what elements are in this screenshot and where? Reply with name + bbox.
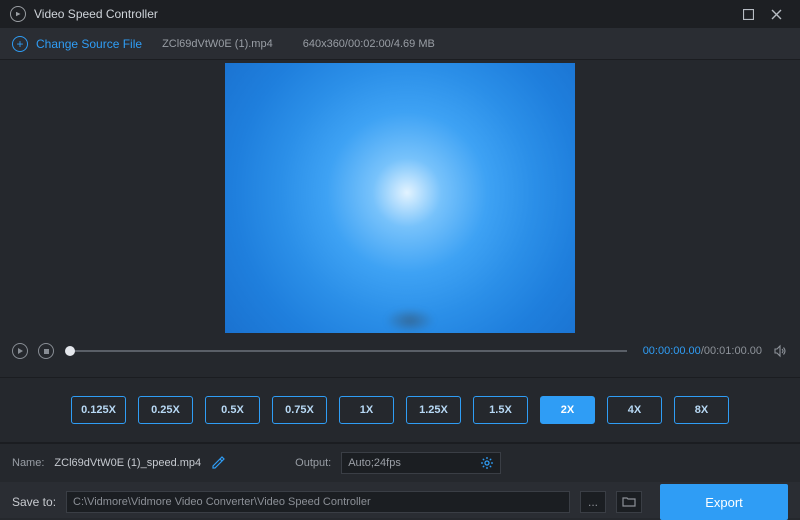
speed-selector: 0.125X 0.25X 0.5X 0.75X 1X 1.25X 1.5X 2X 4X 8X	[0, 378, 800, 442]
output-label: Output:	[295, 457, 331, 469]
bottom-bar: Name: ZCl69dVtW0E (1)_speed.mp4 Output: …	[0, 443, 800, 518]
change-source-label: Change Source File	[36, 37, 142, 51]
browse-button[interactable]: ...	[580, 491, 606, 513]
time-display: 00:00:00.00/00:01:00.00	[643, 345, 762, 357]
source-filename: ZCl69dVtW0E (1).mp4	[162, 38, 273, 50]
settings-icon[interactable]	[480, 456, 494, 470]
timeline-slider[interactable]	[70, 350, 627, 352]
plus-circle-icon: +	[12, 36, 28, 52]
output-format-field[interactable]: Auto;24fps	[341, 452, 501, 474]
play-button[interactable]	[12, 343, 28, 359]
output-format-value: Auto;24fps	[348, 457, 401, 469]
preview-area	[0, 60, 800, 335]
speed-button-8x[interactable]: 8X	[674, 396, 729, 424]
edit-name-button[interactable]	[211, 456, 225, 470]
maximize-button[interactable]	[734, 0, 762, 28]
speed-button-2x[interactable]: 2X	[540, 396, 595, 424]
open-folder-button[interactable]	[616, 491, 642, 513]
export-button[interactable]: Export	[660, 484, 788, 520]
speed-button-4x[interactable]: 4X	[607, 396, 662, 424]
duration: 00:01:00.00	[704, 345, 762, 357]
app-logo-icon	[10, 6, 26, 22]
speed-button-1x[interactable]: 1X	[339, 396, 394, 424]
output-filename: ZCl69dVtW0E (1)_speed.mp4	[54, 457, 201, 469]
playback-controls: 00:00:00.00/00:01:00.00	[0, 339, 800, 363]
source-file-meta: 640x360/00:02:00/4.69 MB	[303, 38, 435, 50]
titlebar: Video Speed Controller	[0, 0, 800, 28]
window-title: Video Speed Controller	[34, 7, 158, 21]
close-button[interactable]	[762, 0, 790, 28]
save-path-field[interactable]: C:\Vidmore\Vidmore Video Converter\Video…	[66, 491, 570, 513]
speed-button-0.125x[interactable]: 0.125X	[71, 396, 126, 424]
stop-button[interactable]	[38, 343, 54, 359]
save-export-row: Save to: C:\Vidmore\Vidmore Video Conver…	[0, 482, 800, 518]
current-time: 00:00:00.00	[643, 345, 701, 357]
speed-button-0.75x[interactable]: 0.75X	[272, 396, 327, 424]
speed-button-0.5x[interactable]: 0.5X	[205, 396, 260, 424]
speed-button-1.5x[interactable]: 1.5X	[473, 396, 528, 424]
volume-icon[interactable]	[772, 343, 788, 359]
change-source-button[interactable]: + Change Source File	[12, 36, 142, 52]
ellipsis-icon: ...	[588, 495, 598, 509]
video-preview[interactable]	[225, 63, 575, 333]
save-path-value: C:\Vidmore\Vidmore Video Converter\Video…	[73, 496, 371, 508]
speed-button-0.25x[interactable]: 0.25X	[138, 396, 193, 424]
speed-button-1.25x[interactable]: 1.25X	[406, 396, 461, 424]
name-label: Name:	[12, 457, 44, 469]
source-toolbar: + Change Source File ZCl69dVtW0E (1).mp4…	[0, 28, 800, 60]
timeline-thumb[interactable]	[65, 346, 75, 356]
save-to-label: Save to:	[12, 495, 56, 509]
name-output-row: Name: ZCl69dVtW0E (1)_speed.mp4 Output: …	[0, 452, 800, 482]
